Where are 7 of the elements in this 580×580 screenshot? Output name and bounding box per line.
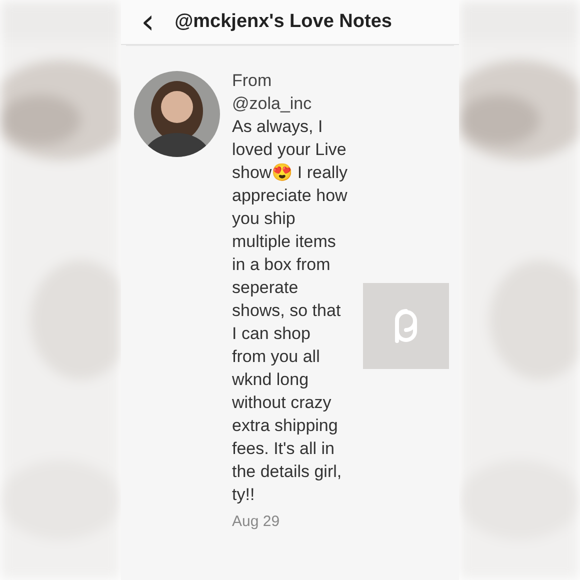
back-button[interactable]: ‹ — [137, 7, 159, 37]
note-date: Aug 29 — [232, 512, 281, 532]
page-title: @mckjenx's Love Notes — [174, 11, 392, 33]
from-label: From — [232, 70, 273, 92]
author-link[interactable]: @zola_inc — [232, 92, 348, 115]
message-text: As always, I loved your Live show😍 I really appreciate how you ship multiple items in a box from seperate shows, so that I can shop from you all wknd long without crazy extra shipping fees. It's all in the details girl, ty!! — [232, 116, 348, 506]
attachment-tile[interactable] — [363, 283, 449, 369]
